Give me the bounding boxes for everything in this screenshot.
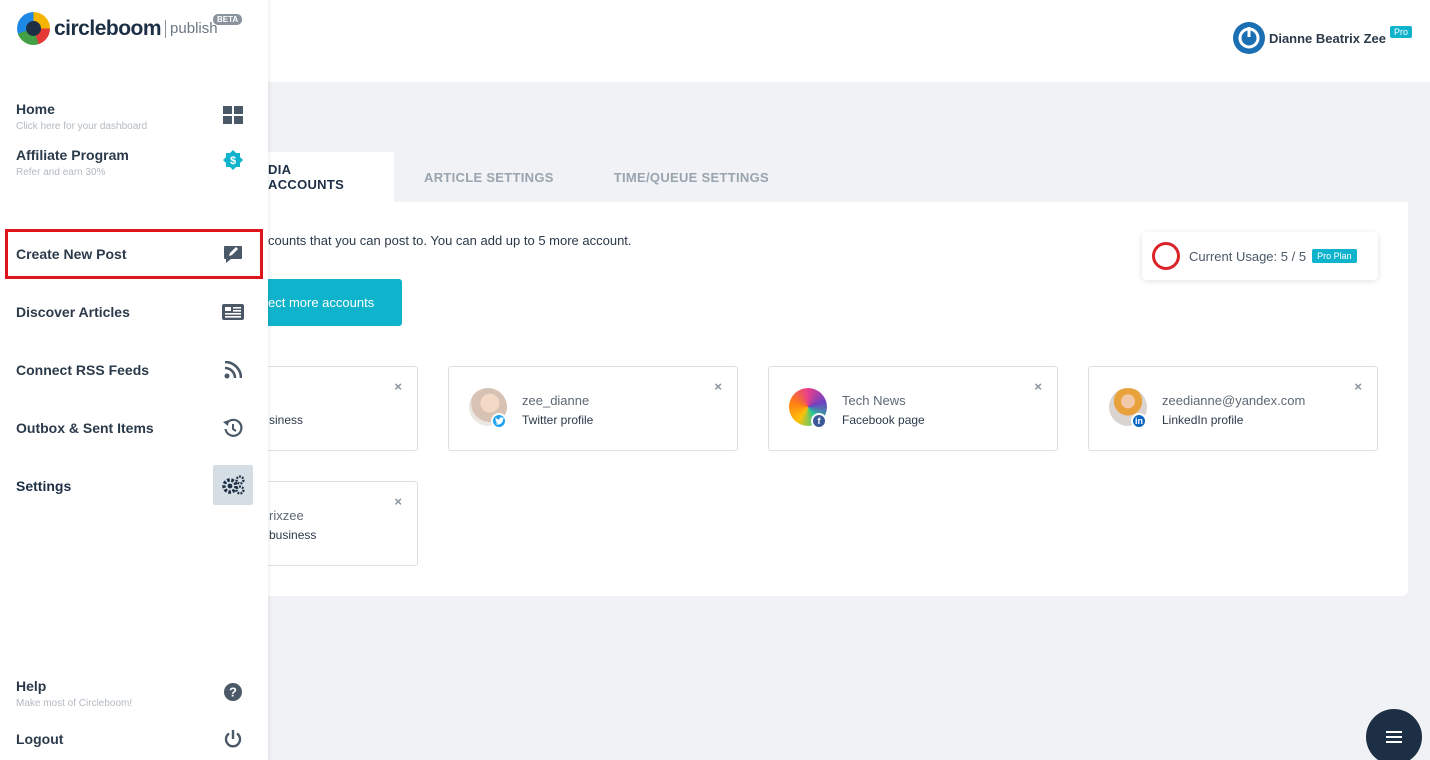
dashboard-grid-icon — [221, 103, 245, 127]
history-icon — [221, 416, 245, 440]
twitter-badge-icon — [491, 413, 507, 429]
account-type: LinkedIn profile — [1162, 413, 1244, 427]
user-pro-badge: Pro — [1389, 26, 1412, 38]
account-card: zee_dianne Twitter profile × — [448, 366, 738, 451]
sidebar-item-label: Create New Post — [16, 246, 127, 262]
svg-text:$: $ — [230, 155, 236, 167]
sidebar-item-sublabel: Click here for your dashboard — [16, 121, 148, 132]
sidebar: circleboom publish BETA Home Click here … — [0, 0, 268, 760]
usage-ring-icon — [1152, 242, 1180, 270]
floating-menu-button[interactable] — [1366, 709, 1422, 760]
settings-tabs: DIA ACCOUNTS ARTICLE SETTINGS TIME/QUEUE… — [268, 152, 799, 202]
current-usage-box: Current Usage: 5 / 5 Pro Plan — [1142, 232, 1378, 280]
remove-account-icon[interactable]: × — [1034, 379, 1042, 394]
rss-icon — [221, 358, 245, 382]
edit-post-icon — [221, 242, 245, 266]
tab-social-media-accounts[interactable]: DIA ACCOUNTS — [268, 152, 394, 202]
sidebar-item-create-new-post[interactable]: Create New Post — [5, 229, 263, 279]
connect-more-accounts-button[interactable]: ect more accounts — [268, 279, 402, 326]
remove-account-icon[interactable]: × — [394, 494, 402, 509]
sidebar-item-label: Settings — [16, 478, 72, 494]
settings-active-indicator[interactable] — [213, 465, 253, 505]
logo-name: circleboom — [54, 16, 162, 40]
remove-account-icon[interactable]: × — [1354, 379, 1362, 394]
hamburger-icon — [1386, 731, 1402, 743]
account-type: Twitter profile — [522, 413, 594, 427]
account-card: f Tech News Facebook page × — [768, 366, 1058, 451]
sidebar-item-discover-articles[interactable]: Discover Articles — [0, 300, 268, 324]
logo-product: publish — [170, 20, 218, 37]
sidebar-item-sublabel: Refer and earn 30% — [16, 167, 106, 178]
sidebar-item-outbox[interactable]: Outbox & Sent Items — [0, 416, 268, 440]
sidebar-item-connect-rss-feeds[interactable]: Connect RSS Feeds — [0, 358, 268, 382]
facebook-badge-icon: f — [811, 413, 827, 429]
sidebar-item-help[interactable]: Help Make most of Circleboom! ? — [0, 675, 268, 715]
usage-label: Current Usage: 5 / 5 — [1189, 248, 1307, 264]
account-name: zee_dianne — [522, 393, 590, 408]
linkedin-badge-icon: in — [1131, 413, 1147, 429]
sidebar-item-affiliate[interactable]: Affiliate Program Refer and earn 30% $ — [0, 144, 268, 184]
power-icon — [221, 727, 245, 751]
help-icon: ? — [221, 680, 245, 704]
circleboom-logo-icon — [17, 12, 50, 45]
usage-plan-badge: Pro Plan — [1312, 249, 1357, 263]
account-type: business — [269, 528, 317, 542]
user-name[interactable]: Dianne Beatrix Zee — [1269, 31, 1386, 46]
dollar-badge-icon: $ — [221, 148, 245, 172]
accounts-panel: counts that you can post to. You can add… — [128, 202, 1408, 596]
user-avatar[interactable] — [1232, 22, 1265, 54]
gears-icon — [222, 475, 245, 495]
logo[interactable]: circleboom publish — [17, 12, 218, 45]
sidebar-item-logout[interactable]: Logout — [0, 727, 268, 751]
sidebar-item-label: Home — [16, 101, 55, 117]
sidebar-item-label: Discover Articles — [16, 304, 130, 320]
sidebar-item-label: Outbox & Sent Items — [16, 420, 154, 436]
account-type: siness — [269, 413, 304, 427]
tab-article-settings[interactable]: ARTICLE SETTINGS — [394, 152, 584, 202]
tab-time-queue-settings[interactable]: TIME/QUEUE SETTINGS — [584, 152, 799, 202]
accounts-info-text: counts that you can post to. You can add… — [268, 233, 632, 248]
newspaper-icon — [221, 300, 245, 324]
remove-account-icon[interactable]: × — [394, 379, 402, 394]
remove-account-icon[interactable]: × — [714, 379, 722, 394]
sidebar-item-label: Affiliate Program — [16, 147, 129, 163]
svg-text:?: ? — [229, 685, 237, 700]
sidebar-item-label: Help — [16, 678, 47, 694]
beta-badge: BETA — [213, 14, 243, 25]
power-logo-icon — [1238, 27, 1260, 49]
account-name: rixzee — [269, 508, 304, 523]
account-card: in zeedianne@yandex.com LinkedIn profile… — [1088, 366, 1378, 451]
logo-divider — [165, 19, 167, 38]
sidebar-item-label: Logout — [16, 731, 64, 747]
sidebar-item-sublabel: Make most of Circleboom! — [16, 698, 133, 709]
sidebar-item-home[interactable]: Home Click here for your dashboard — [0, 98, 268, 138]
account-name: zeedianne@yandex.com — [1162, 393, 1306, 408]
account-name: Tech News — [842, 393, 906, 408]
user-menu[interactable]: Dianne Beatrix Zee Pro — [1232, 22, 1412, 54]
sidebar-item-label: Connect RSS Feeds — [16, 362, 150, 378]
account-type: Facebook page — [842, 413, 925, 427]
